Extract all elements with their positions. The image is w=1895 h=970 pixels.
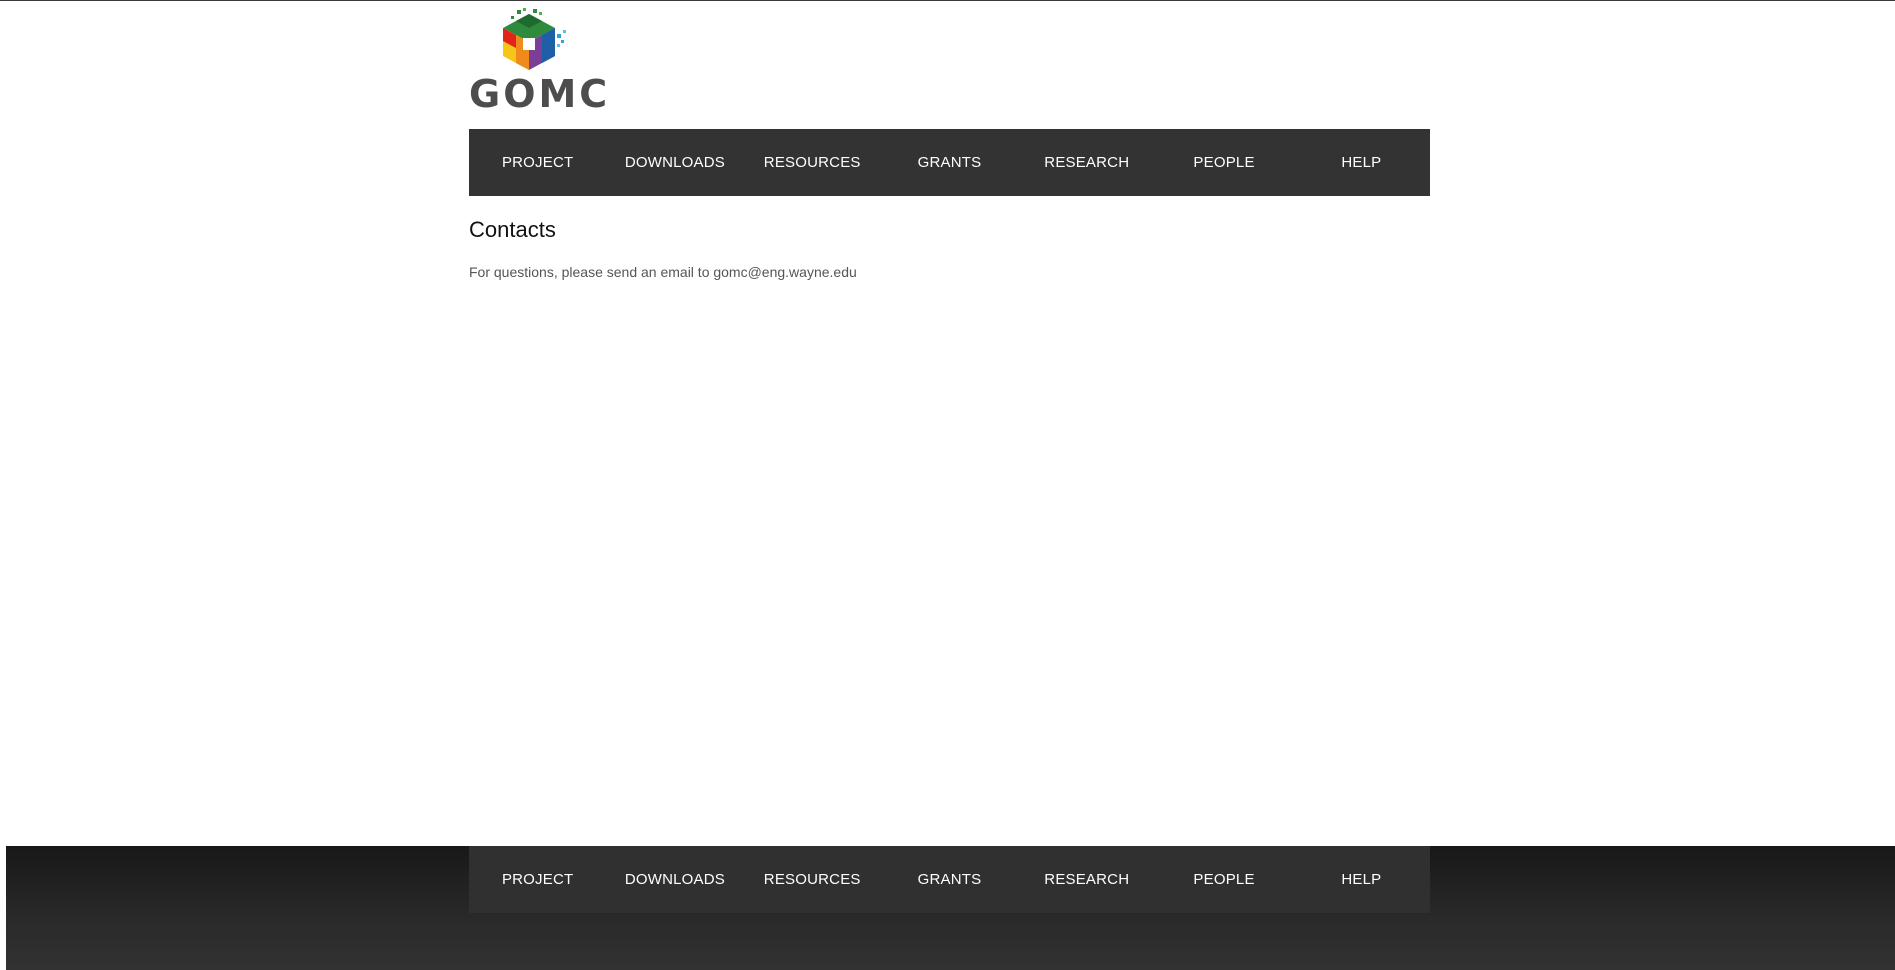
contact-text: For questions, please send an email to g…: [469, 264, 857, 280]
brand-name: GOMC: [469, 72, 611, 116]
footer-nav-item-project[interactable]: PROJECT: [469, 846, 606, 913]
site-logo[interactable]: GOMC: [469, 8, 607, 116]
footer-nav-item-people[interactable]: PEOPLE: [1155, 846, 1292, 913]
gomc-logo-icon: [503, 8, 566, 70]
nav-item-people[interactable]: PEOPLE: [1155, 129, 1292, 196]
main-nav: PROJECT DOWNLOADS RESOURCES GRANTS RESEA…: [469, 129, 1430, 196]
top-border: [0, 0, 1895, 1]
nav-item-resources[interactable]: RESOURCES: [744, 129, 881, 196]
main-content: Contacts For questions, please send an e…: [469, 210, 1430, 282]
footer-nav-item-research[interactable]: RESEARCH: [1018, 846, 1155, 913]
nav-item-downloads[interactable]: DOWNLOADS: [606, 129, 743, 196]
footer-nav-item-resources[interactable]: RESOURCES: [744, 846, 881, 913]
nav-item-help[interactable]: HELP: [1293, 129, 1430, 196]
page-title: Contacts: [469, 217, 556, 242]
nav-item-project[interactable]: PROJECT: [469, 129, 606, 196]
footer-nav: PROJECT DOWNLOADS RESOURCES GRANTS RESEA…: [469, 846, 1430, 913]
site-header: GOMC: [469, 8, 1430, 116]
footer-nav-item-downloads[interactable]: DOWNLOADS: [606, 846, 743, 913]
footer-nav-item-help[interactable]: HELP: [1293, 846, 1430, 913]
nav-item-research[interactable]: RESEARCH: [1018, 129, 1155, 196]
footer-nav-item-grants[interactable]: GRANTS: [881, 846, 1018, 913]
nav-item-grants[interactable]: GRANTS: [881, 129, 1018, 196]
